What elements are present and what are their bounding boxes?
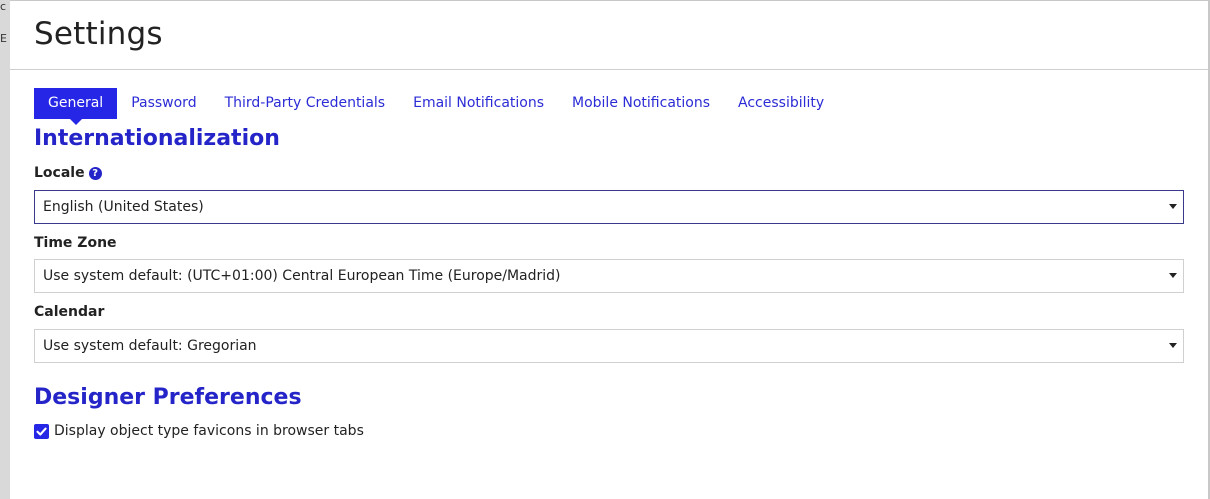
dialog-title: Settings bbox=[34, 16, 163, 52]
settings-tabs: General Password Third-Party Credentials… bbox=[34, 88, 838, 125]
designer-preferences-heading: Designer Preferences bbox=[34, 385, 302, 410]
chevron-down-icon bbox=[1169, 204, 1177, 209]
calendar-label: Calendar bbox=[34, 304, 104, 320]
calendar-label-text: Calendar bbox=[34, 304, 105, 320]
favicons-checkbox-label: Display object type favicons in browser … bbox=[54, 423, 364, 439]
locale-select-value: English (United States) bbox=[43, 199, 204, 215]
locale-select[interactable]: English (United States) bbox=[34, 190, 1184, 224]
favicons-checkbox[interactable] bbox=[34, 423, 49, 439]
internationalization-heading: Internationalization bbox=[34, 126, 280, 151]
tab-general[interactable]: General bbox=[34, 88, 118, 125]
help-icon[interactable]: ? bbox=[88, 166, 102, 180]
tab-password[interactable]: Password bbox=[117, 88, 210, 119]
tab-accessibility[interactable]: Accessibility bbox=[724, 88, 838, 119]
tab-email-notifications[interactable]: Email Notifications bbox=[399, 88, 558, 119]
time-zone-label: Time Zone bbox=[34, 235, 117, 251]
tab-third-party-credentials[interactable]: Third-Party Credentials bbox=[211, 88, 400, 119]
chevron-down-icon bbox=[1169, 343, 1177, 348]
background-page: c E bbox=[0, 0, 10, 499]
checkmark-icon bbox=[36, 427, 47, 436]
locale-label: Locale ? bbox=[34, 165, 102, 181]
time-zone-select[interactable]: Use system default: (UTC+01:00) Central … bbox=[34, 259, 1184, 293]
background-text-fragment: c bbox=[0, 0, 7, 13]
calendar-select[interactable]: Use system default: Gregorian bbox=[34, 329, 1184, 363]
favicons-option[interactable]: Display object type favicons in browser … bbox=[34, 423, 364, 439]
settings-dialog: Settings General Password Third-Party Cr… bbox=[10, 0, 1208, 499]
tab-mobile-notifications[interactable]: Mobile Notifications bbox=[558, 88, 724, 119]
time-zone-label-text: Time Zone bbox=[34, 235, 117, 251]
calendar-select-value: Use system default: Gregorian bbox=[43, 338, 257, 354]
locale-label-text: Locale bbox=[34, 165, 85, 181]
background-text-fragment: E bbox=[0, 32, 7, 45]
dialog-header: Settings bbox=[10, 1, 1208, 70]
chevron-down-icon bbox=[1169, 273, 1177, 278]
time-zone-select-value: Use system default: (UTC+01:00) Central … bbox=[43, 268, 561, 284]
